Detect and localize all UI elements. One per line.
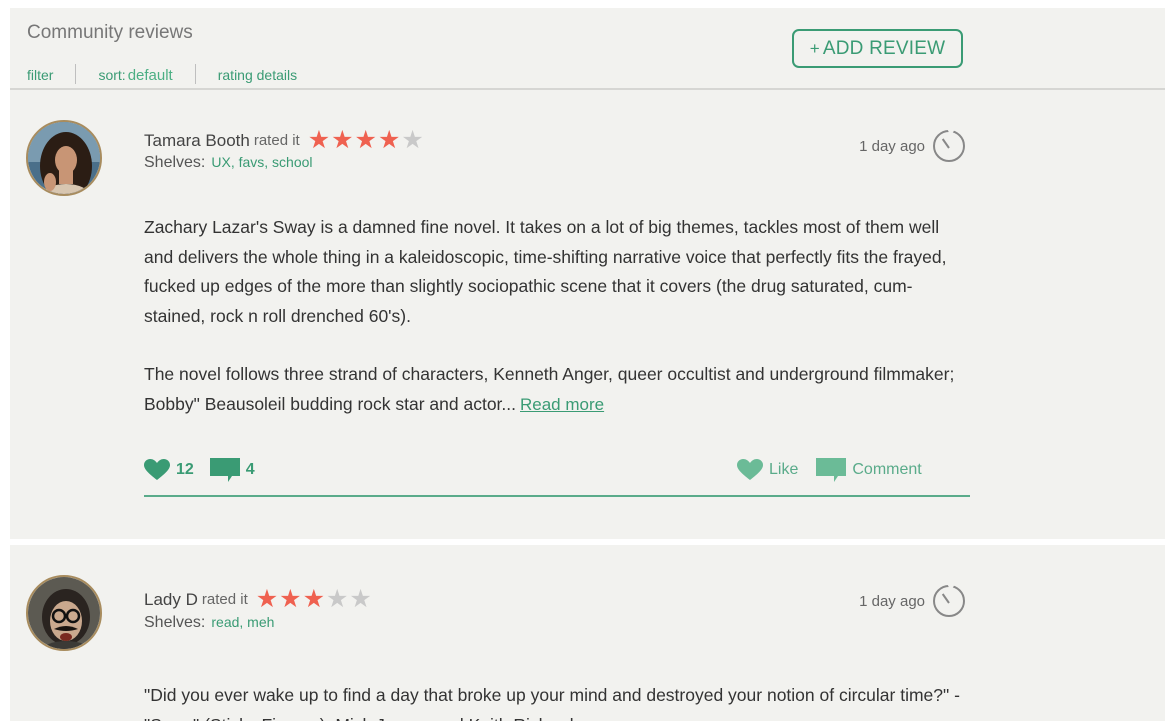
star-rating: ★ ★ ★ ★ ★ xyxy=(308,128,425,153)
plus-icon: + xyxy=(809,38,820,58)
like-button[interactable]: Like xyxy=(737,459,798,481)
sort-label: sort: xyxy=(98,67,126,83)
reviewer-name[interactable]: Lady D xyxy=(144,590,198,610)
shelves-label: Shelves: xyxy=(144,154,206,171)
review-controls: filter sort: default rating details xyxy=(27,60,297,84)
review-item: Lady D rated it ★ ★ ★ ★ ★ Shelves: read, meh … xyxy=(10,545,1165,721)
comment-label: Comment xyxy=(852,461,922,478)
shelves-line: Shelves: read, meh xyxy=(144,614,274,632)
reviewer-name[interactable]: Tamara Booth xyxy=(144,131,250,151)
read-more-link[interactable]: Read more xyxy=(520,395,604,414)
like-label: Like xyxy=(769,461,799,478)
star-rating: ★ ★ ★ ★ ★ xyxy=(256,587,373,612)
clock-icon xyxy=(933,127,965,162)
star-icon: ★ xyxy=(307,126,331,154)
review-separator xyxy=(144,495,970,497)
rated-label: rated it xyxy=(253,132,300,149)
rated-label: rated it xyxy=(201,591,248,608)
star-icon: ★ xyxy=(354,126,377,154)
heart-icon xyxy=(737,459,763,480)
review-actions: Like Comment xyxy=(737,458,922,482)
like-count: 12 xyxy=(176,461,194,478)
section-title: Community reviews xyxy=(27,22,193,43)
avatar[interactable] xyxy=(26,575,102,651)
add-review-button[interactable]: + ADD REVIEW xyxy=(792,29,963,68)
shelves-tags[interactable]: UX, favs, school xyxy=(211,154,312,170)
comment-icon xyxy=(816,458,847,482)
sort-control[interactable]: sort: default xyxy=(98,67,172,84)
review-timestamp: 1 day ago xyxy=(859,593,925,610)
rating-details-link[interactable]: rating details xyxy=(218,67,297,83)
star-icon: ★ xyxy=(255,585,279,613)
filter-link[interactable]: filter xyxy=(27,67,53,83)
divider xyxy=(75,64,77,84)
divider xyxy=(194,64,196,84)
star-icon: ★ xyxy=(377,126,401,154)
review-paragraph: "Did you ever wake up to find a day that… xyxy=(144,685,960,721)
comment-count: 4 xyxy=(245,461,255,478)
review-paragraph: The novel follows three strand of charac… xyxy=(144,360,964,419)
review-timestamp: 1 day ago xyxy=(859,138,925,155)
review-body: "Did you ever wake up to find a day that… xyxy=(144,681,964,721)
avatar[interactable] xyxy=(26,120,102,196)
star-icon: ★ xyxy=(302,585,325,613)
sort-value: default xyxy=(127,67,173,84)
star-icon: ★ xyxy=(331,126,354,154)
star-icon: ★ xyxy=(401,126,424,154)
comment-icon xyxy=(209,458,240,482)
review-body: Zachary Lazar's Sway is a damned fine no… xyxy=(144,213,964,419)
shelves-tags[interactable]: read, meh xyxy=(211,614,274,630)
avatar-photo xyxy=(28,577,100,649)
star-icon: ★ xyxy=(326,585,349,613)
review-item: Tamara Booth rated it ★ ★ ★ ★ ★ Shelves: UX, … xyxy=(10,92,1165,539)
shelves-line: Shelves: UX, favs, school xyxy=(144,154,313,172)
add-review-label: ADD REVIEW xyxy=(822,37,946,59)
shelves-label: Shelves: xyxy=(144,614,206,631)
review-paragraph: Zachary Lazar's Sway is a damned fine no… xyxy=(144,217,947,326)
reviews-header: Community reviews filter sort: default ra… xyxy=(10,8,1165,90)
comment-button[interactable]: Comment xyxy=(816,458,922,482)
review-user-line: Tamara Booth rated it ★ ★ ★ ★ ★ xyxy=(144,128,425,153)
star-icon: ★ xyxy=(349,585,372,613)
review-user-line: Lady D rated it ★ ★ ★ ★ ★ xyxy=(144,587,373,612)
clock-icon xyxy=(933,582,965,617)
community-reviews-panel: Community reviews filter sort: default ra… xyxy=(10,8,1165,721)
avatar-photo xyxy=(28,122,100,194)
star-icon: ★ xyxy=(279,585,302,613)
review-stats: 12 4 xyxy=(144,458,271,482)
heart-icon xyxy=(144,459,170,480)
